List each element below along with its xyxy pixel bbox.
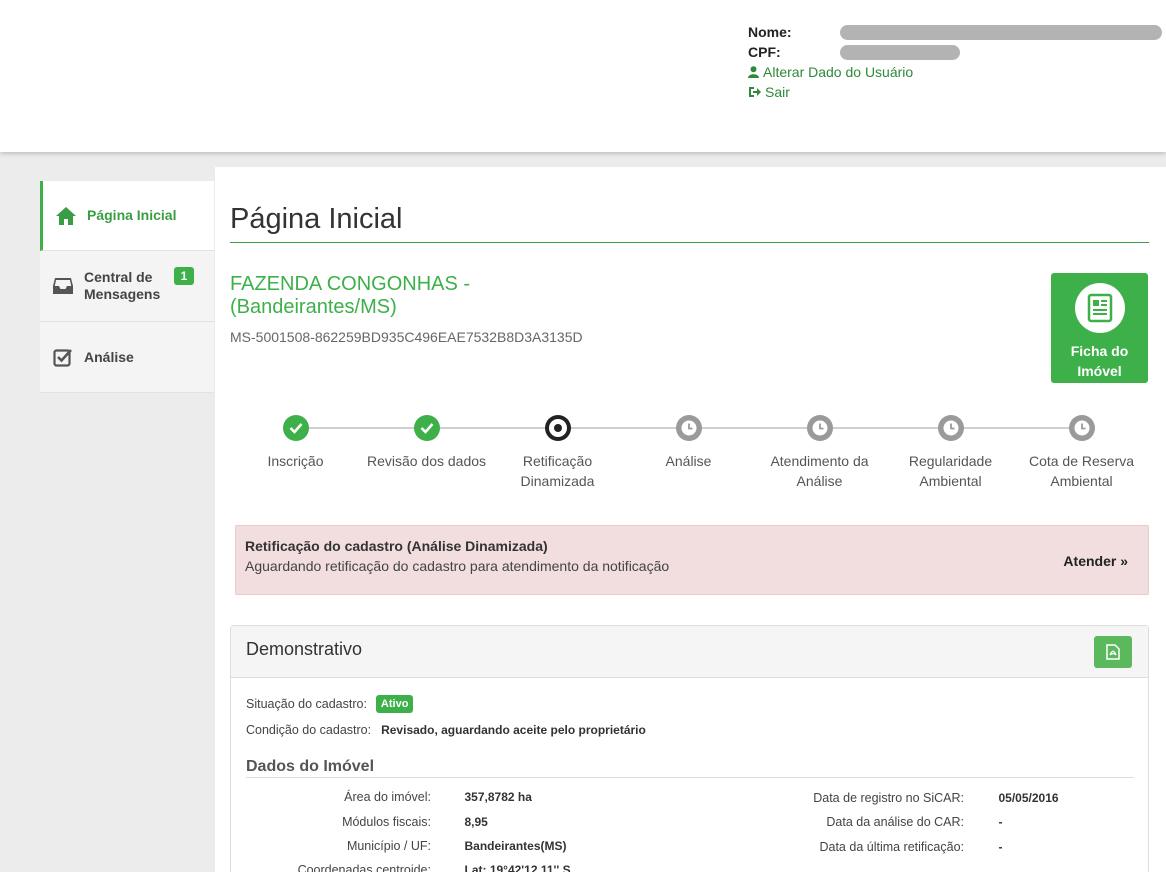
farm-name: FAZENDA CONGONHAS - (Bandeirantes/MS) xyxy=(230,273,471,318)
field-data-analise: Data da análise do CAR: - xyxy=(791,815,1002,829)
sidebar-item-messages[interactable]: Central de Mensagens 1 xyxy=(40,251,214,322)
sidebar: Página Inicial Central de Mensagens 1 An… xyxy=(40,181,214,393)
field-value: 357,8782 ha xyxy=(464,790,532,804)
step-label: Revisão dos dados xyxy=(366,453,487,469)
field-label: Data da análise do CAR: xyxy=(826,815,964,829)
field-value: - xyxy=(998,840,1003,854)
field-value: Lat: 19°42'12,11'' S xyxy=(464,863,571,872)
user-info: Nome: CPF: Alterar Dado do Usuário Sair xyxy=(748,22,1162,102)
pdf-icon xyxy=(1106,644,1120,660)
user-icon xyxy=(748,66,759,78)
sidebar-item-label: Central de Mensagens xyxy=(84,269,161,302)
field-label: Área do imóvel: xyxy=(344,790,431,804)
clock-icon xyxy=(806,415,833,441)
field-value: - xyxy=(998,815,1003,829)
step-label: Cota de Reserva Ambiental xyxy=(1028,453,1135,489)
panel-title: Demonstrativo xyxy=(246,639,363,659)
message-count-badge: 1 xyxy=(174,267,194,285)
check-square-icon xyxy=(52,346,74,368)
step-revisao: Revisão dos dados xyxy=(361,415,492,471)
alert-description: Aguardando retificação do cadastro para … xyxy=(245,558,670,574)
step-label: Regularidade Ambiental xyxy=(908,453,993,489)
panel-header: Demonstrativo xyxy=(231,626,1148,678)
step-label: Atendimento da Análise xyxy=(770,453,869,489)
field-label: Módulos fiscais: xyxy=(342,815,431,829)
home-icon xyxy=(55,205,77,227)
page-title: Página Inicial xyxy=(230,203,403,235)
title-divider xyxy=(230,242,1149,243)
step-cota-reserva: Cota de Reserva Ambiental xyxy=(1016,415,1147,491)
field-value: 8,95 xyxy=(464,815,488,829)
section-title: Dados do Imóvel xyxy=(246,758,1134,778)
field-coordenadas: Coordenadas centroide: Lat: 19°42'12,11'… xyxy=(246,863,571,872)
clock-icon xyxy=(1068,415,1095,441)
logout-icon xyxy=(749,87,761,97)
status-badge: Ativo xyxy=(375,695,414,713)
alert-title: Retificação do cadastro (Análise Dinamiz… xyxy=(245,538,548,554)
step-label: Análise xyxy=(665,453,712,469)
main-content: Página Inicial FAZENDA CONGONHAS - (Band… xyxy=(215,167,1166,872)
cpf-label: CPF: xyxy=(748,44,781,60)
sidebar-item-label: Análise xyxy=(84,348,134,365)
field-label: Data de registro no SiCAR: xyxy=(813,791,964,805)
condicao-value: Revisado, aguardando aceite pelo proprie… xyxy=(381,723,646,737)
ficha-label: Ficha do Imóvel xyxy=(1070,343,1129,379)
top-header: Nome: CPF: Alterar Dado do Usuário Sair xyxy=(0,0,1166,152)
atender-link[interactable]: Atender » xyxy=(1063,553,1128,569)
field-value: 05/05/2016 xyxy=(998,791,1059,805)
step-analise: Análise xyxy=(623,415,754,471)
notification-alert: Retificação do cadastro (Análise Dinamiz… xyxy=(235,525,1149,595)
change-user-label: Alterar Dado do Usuário xyxy=(763,64,914,80)
change-user-link[interactable]: Alterar Dado do Usuário xyxy=(748,62,1162,82)
sidebar-item-label: Página Inicial xyxy=(87,207,177,223)
clock-icon xyxy=(675,415,702,441)
document-icon xyxy=(1074,283,1125,333)
field-label: Data da última retificação: xyxy=(819,840,964,854)
field-modulos: Módulos fiscais: 8,95 xyxy=(246,815,488,829)
step-retificacao: Retificação Dinamizada xyxy=(492,415,623,491)
check-icon xyxy=(413,415,440,441)
cpf-redacted xyxy=(840,44,960,60)
step-label: Retificação Dinamizada xyxy=(520,453,595,489)
condicao-label: Condição do cadastro: xyxy=(246,723,372,737)
name-label: Nome: xyxy=(748,24,792,40)
pdf-download-button[interactable] xyxy=(1094,636,1132,668)
field-label: Coordenadas centroide: xyxy=(297,863,431,872)
field-value: Bandeirantes(MS) xyxy=(464,839,567,853)
progress-stepper: Inscrição Revisão dos dados Retificação … xyxy=(230,415,1150,495)
ficha-imovel-button[interactable]: Ficha do Imóvel xyxy=(1051,273,1148,383)
step-inscricao: Inscrição xyxy=(230,415,361,471)
field-municipio: Município / UF: Bandeirantes(MS) xyxy=(246,839,567,853)
logout-label: Sair xyxy=(765,84,790,100)
step-atendimento: Atendimento da Análise xyxy=(754,415,885,491)
clock-icon xyxy=(937,415,964,441)
current-step-icon xyxy=(544,415,571,441)
name-redacted xyxy=(840,24,1162,40)
check-icon xyxy=(282,415,309,441)
field-label: Município / UF: xyxy=(346,839,431,853)
step-regularidade: Regularidade Ambiental xyxy=(885,415,1016,491)
demonstrativo-panel: Demonstrativo Situação do cadastro: Ativ… xyxy=(230,625,1149,872)
farm-code: MS-5001508-862259BD935C496EAE7532B8D3A31… xyxy=(230,329,583,345)
sidebar-item-home[interactable]: Página Inicial xyxy=(40,181,214,251)
field-area: Área do imóvel: 357,8782 ha xyxy=(246,790,532,804)
inbox-icon xyxy=(52,275,74,297)
logout-link[interactable]: Sair xyxy=(748,82,1162,102)
sidebar-item-analysis[interactable]: Análise xyxy=(40,322,214,393)
step-label: Inscrição xyxy=(267,453,324,469)
situacao-label: Situação do cadastro: xyxy=(246,697,367,711)
field-data-retificacao: Data da última retificação: - xyxy=(791,840,1002,854)
field-data-registro: Data de registro no SiCAR: 05/05/2016 xyxy=(791,791,1059,805)
